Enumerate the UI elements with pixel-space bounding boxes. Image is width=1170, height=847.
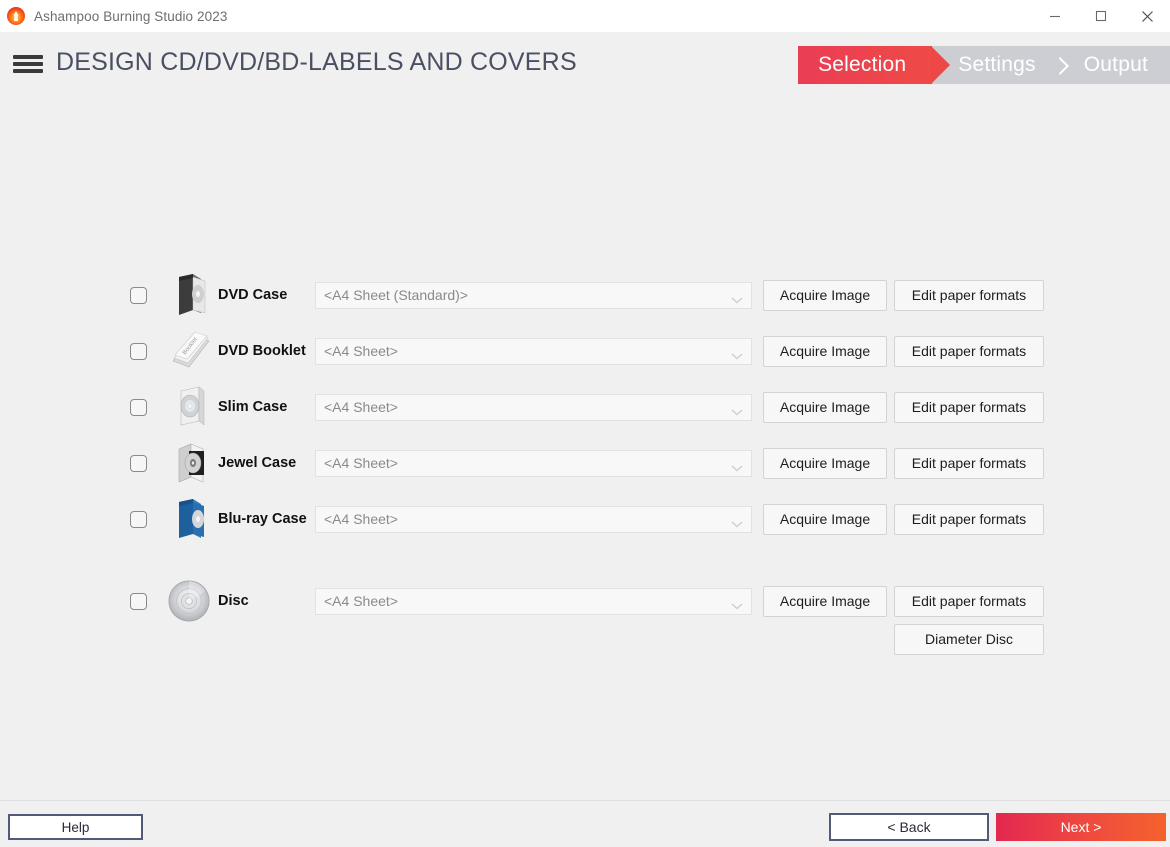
- checkbox-slim-case[interactable]: [130, 398, 147, 416]
- paper-format-select-jewel-case[interactable]: <A4 Sheet>: [315, 449, 752, 477]
- row-dvd-booklet: Booklet DVD Booklet <A4 Sheet> Acquire I…: [0, 331, 1170, 371]
- chevron-down-icon: [731, 515, 743, 528]
- checkbox-disc[interactable]: [130, 592, 147, 610]
- breadcrumb-step-output[interactable]: Output: [1057, 46, 1170, 84]
- row-jewel-case: Jewel Case <A4 Sheet> Acquire Image Edit…: [0, 443, 1170, 483]
- paper-format-value: <A4 Sheet (Standard)>: [324, 287, 468, 303]
- acquire-image-button-jewel-case[interactable]: Acquire Image: [763, 447, 887, 479]
- chevron-down-icon: [731, 291, 743, 304]
- breadcrumb-step-label: Selection: [818, 53, 907, 76]
- paper-format-value: <A4 Sheet>: [324, 455, 398, 471]
- row-label: DVD Case: [218, 287, 288, 303]
- checkbox-bluray-case[interactable]: [130, 510, 147, 528]
- row-label: DVD Booklet: [218, 343, 306, 359]
- hamburger-menu-icon[interactable]: [13, 52, 43, 76]
- paper-format-value: <A4 Sheet>: [324, 511, 398, 527]
- chevron-down-icon: [731, 597, 743, 610]
- diameter-disc-button[interactable]: Diameter Disc: [894, 623, 1044, 655]
- chevron-down-icon: [731, 459, 743, 472]
- breadcrumb-step-label: Settings: [958, 53, 1036, 76]
- bluray-case-icon: [168, 495, 214, 543]
- page-title: DESIGN CD/DVD/BD-LABELS AND COVERS: [56, 48, 577, 76]
- row-label: Jewel Case: [218, 455, 297, 471]
- minimize-icon[interactable]: [1032, 0, 1078, 32]
- paper-format-select-slim-case[interactable]: <A4 Sheet>: [315, 393, 752, 421]
- acquire-image-button-dvd-booklet[interactable]: Acquire Image: [763, 335, 887, 367]
- breadcrumb-step-settings[interactable]: Settings: [932, 46, 1058, 84]
- row-bluray-case: Blu-ray Case <A4 Sheet> Acquire Image Ed…: [0, 499, 1170, 539]
- edit-paper-formats-button-jewel-case[interactable]: Edit paper formats: [894, 447, 1044, 479]
- window-controls: [1032, 0, 1170, 32]
- edit-paper-formats-button-dvd-case[interactable]: Edit paper formats: [894, 279, 1044, 311]
- slim-case-icon: [168, 383, 214, 431]
- dvd-booklet-icon: Booklet: [168, 327, 214, 375]
- window-title: Ashampoo Burning Studio 2023: [34, 8, 228, 24]
- breadcrumb-step-selection[interactable]: Selection: [798, 46, 951, 84]
- dvd-case-icon: [168, 271, 214, 319]
- edit-paper-formats-button-disc[interactable]: Edit paper formats: [894, 585, 1044, 617]
- row-label: Disc: [218, 593, 249, 609]
- paper-format-value: <A4 Sheet>: [324, 399, 398, 415]
- footer-bar: Help < Back Next >: [0, 800, 1170, 847]
- flame-logo-icon: [7, 7, 25, 25]
- checkbox-dvd-booklet[interactable]: [130, 342, 147, 360]
- acquire-image-button-dvd-case[interactable]: Acquire Image: [763, 279, 887, 311]
- paper-format-select-bluray-case[interactable]: <A4 Sheet>: [315, 505, 752, 533]
- paper-format-value: <A4 Sheet>: [324, 593, 398, 609]
- paper-format-value: <A4 Sheet>: [324, 343, 398, 359]
- paper-format-select-dvd-booklet[interactable]: <A4 Sheet>: [315, 337, 752, 365]
- row-diameter-disc: Diameter Disc: [0, 619, 1170, 659]
- maximize-icon[interactable]: [1078, 0, 1124, 32]
- main-content: DVD Case <A4 Sheet (Standard)> Acquire I…: [0, 100, 1170, 800]
- row-dvd-case: DVD Case <A4 Sheet (Standard)> Acquire I…: [0, 274, 1170, 315]
- back-button[interactable]: < Back: [829, 813, 989, 841]
- help-button[interactable]: Help: [8, 814, 143, 840]
- row-label: Slim Case: [218, 399, 288, 415]
- chevron-down-icon: [731, 403, 743, 416]
- row-disc: Disc <A4 Sheet> Acquire Image Edit paper…: [0, 580, 1170, 622]
- acquire-image-button-disc[interactable]: Acquire Image: [763, 585, 887, 617]
- acquire-image-button-bluray-case[interactable]: Acquire Image: [763, 503, 887, 535]
- acquire-image-button-slim-case[interactable]: Acquire Image: [763, 391, 887, 423]
- close-icon[interactable]: [1124, 0, 1170, 32]
- checkbox-jewel-case[interactable]: [130, 454, 147, 472]
- page-header: DESIGN CD/DVD/BD-LABELS AND COVERS Selec…: [0, 32, 1170, 100]
- breadcrumb-step-label: Output: [1083, 53, 1148, 76]
- next-button[interactable]: Next >: [996, 813, 1166, 841]
- paper-format-select-dvd-case[interactable]: <A4 Sheet (Standard)>: [315, 281, 752, 309]
- row-label: Blu-ray Case: [218, 511, 307, 527]
- title-bar: Ashampoo Burning Studio 2023: [0, 0, 1170, 32]
- application-window: Ashampoo Burning Studio 2023 DESIGN CD/D…: [0, 0, 1170, 847]
- edit-paper-formats-button-dvd-booklet[interactable]: Edit paper formats: [894, 335, 1044, 367]
- edit-paper-formats-button-bluray-case[interactable]: Edit paper formats: [894, 503, 1044, 535]
- breadcrumb: Selection Settings Output: [798, 46, 1170, 84]
- row-slim-case: Slim Case <A4 Sheet> Acquire Image Edit …: [0, 386, 1170, 427]
- chevron-down-icon: [731, 347, 743, 360]
- checkbox-dvd-case[interactable]: [130, 286, 147, 304]
- jewel-case-icon: [168, 439, 214, 487]
- disc-icon: [166, 577, 212, 625]
- chevron-right-icon: [1060, 53, 1073, 77]
- edit-paper-formats-button-slim-case[interactable]: Edit paper formats: [894, 391, 1044, 423]
- paper-format-select-disc[interactable]: <A4 Sheet>: [315, 587, 752, 615]
